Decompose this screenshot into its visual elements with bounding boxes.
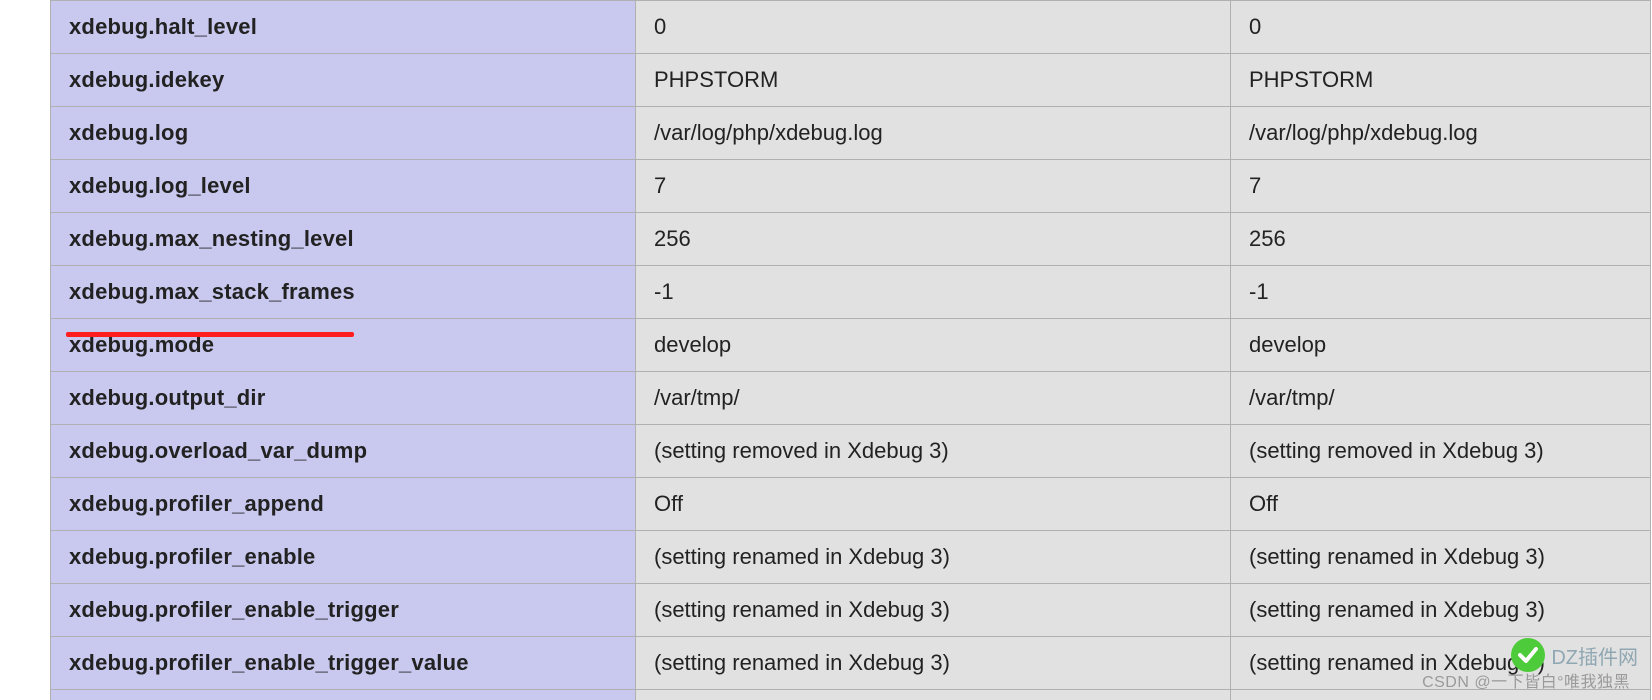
directive-name-cell: xdebug.profiler_enable_trigger [51,584,636,637]
directive-name-cell: xdebug.profiler_enable [51,531,636,584]
local-value-cell: (setting renamed in Xdebug 3) [636,531,1231,584]
table-row: xdebug.profiler_enable_trigger(setting r… [51,584,1651,637]
master-value-cell: -1 [1231,266,1651,319]
master-value-cell: 256 [1231,213,1651,266]
directive-name-cell: xdebug.mode [51,319,636,372]
master-value-cell: /var/tmp/ [1231,372,1651,425]
master-value-cell: develop [1231,319,1651,372]
directive-name-cell: xdebug.profiler_append [51,478,636,531]
directive-name-cell: xdebug.max_nesting_level [51,213,636,266]
watermark-csdn: CSDN @一下皆白°唯我独黑 [1422,668,1630,692]
local-value-cell: develop [636,319,1231,372]
local-value-cell: Off [636,478,1231,531]
table-row: xdebug.halt_level00 [51,1,1651,54]
table-row: xdebug.max_stack_frames-1-1 [51,266,1651,319]
table-row: xdebug.profiler_output_dir(setting renam… [51,690,1651,700]
master-value-cell: (setting renamed in Xdebug 3) [1231,584,1651,637]
table-row: xdebug.output_dir/var/tmp//var/tmp/ [51,372,1651,425]
master-value-cell: PHPSTORM [1231,54,1651,107]
local-value-cell: 7 [636,160,1231,213]
watermark-dz-text: DZ插件网 [1551,641,1638,670]
directive-name-cell: xdebug.max_stack_frames [51,266,636,319]
local-value-cell: (setting renamed in Xdebug 3) [636,584,1231,637]
local-value-cell: -1 [636,266,1231,319]
directive-name-cell: xdebug.profiler_output_dir [51,690,636,700]
directive-name-cell: xdebug.log_level [51,160,636,213]
dz-logo-icon [1511,638,1545,672]
local-value-cell: /var/tmp/ [636,372,1231,425]
local-value-cell: (setting renamed in Xdebug 3) [636,690,1231,700]
directive-name-cell: xdebug.profiler_enable_trigger_value [51,637,636,690]
table-row: xdebug.overload_var_dump(setting removed… [51,425,1651,478]
table-row: xdebug.max_nesting_level256256 [51,213,1651,266]
local-value-cell: /var/log/php/xdebug.log [636,107,1231,160]
table-row: xdebug.profiler_appendOffOff [51,478,1651,531]
local-value-cell: (setting removed in Xdebug 3) [636,425,1231,478]
watermark-dz: DZ插件网 [1511,638,1638,672]
table-row: xdebug.log/var/log/php/xdebug.log/var/lo… [51,107,1651,160]
master-value-cell: (setting removed in Xdebug 3) [1231,425,1651,478]
phpinfo-settings-table: xdebug.halt_level00xdebug.idekeyPHPSTORM… [50,0,1651,700]
master-value-cell: Off [1231,478,1651,531]
local-value-cell: 256 [636,213,1231,266]
directive-name-cell: xdebug.halt_level [51,1,636,54]
master-value-cell: (setting renamed in Xdebug 3) [1231,531,1651,584]
master-value-cell: /var/log/php/xdebug.log [1231,107,1651,160]
master-value-cell: 7 [1231,160,1651,213]
local-value-cell: 0 [636,1,1231,54]
table-row: xdebug.log_level77 [51,160,1651,213]
directive-name-cell: xdebug.overload_var_dump [51,425,636,478]
table-row: xdebug.profiler_enable(setting renamed i… [51,531,1651,584]
directive-name-cell: xdebug.idekey [51,54,636,107]
local-value-cell: (setting renamed in Xdebug 3) [636,637,1231,690]
directive-name-cell: xdebug.output_dir [51,372,636,425]
highlight-underline [66,332,354,337]
table-row: xdebug.idekeyPHPSTORMPHPSTORM [51,54,1651,107]
directive-name-cell: xdebug.log [51,107,636,160]
table-row: xdebug.modedevelopdevelop [51,319,1651,372]
master-value-cell: 0 [1231,1,1651,54]
viewport: { "rows": [ {"k":"xdebug.halt_level","v1… [0,0,1652,700]
table-row: xdebug.profiler_enable_trigger_value(set… [51,637,1651,690]
local-value-cell: PHPSTORM [636,54,1231,107]
